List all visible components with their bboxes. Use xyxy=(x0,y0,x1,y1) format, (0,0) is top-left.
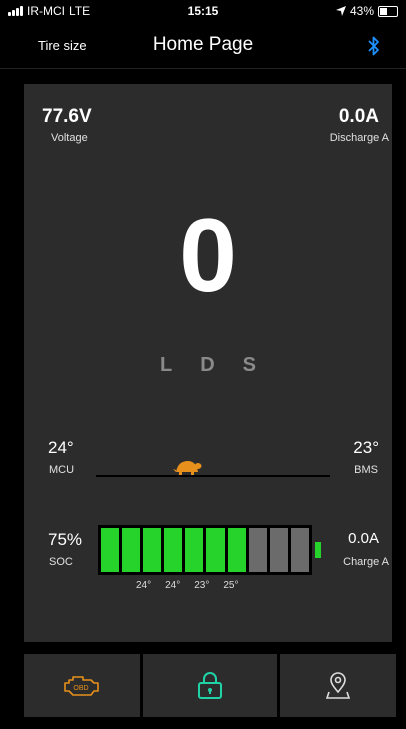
bottom-bar: OBD xyxy=(24,654,396,717)
bms-temp: 23° xyxy=(353,438,379,457)
map-button[interactable] xyxy=(280,654,396,717)
page-title: Home Page xyxy=(152,34,254,55)
obd-text: OBD xyxy=(73,685,88,692)
dashboard-panel: 77.6V Voltage 0.0A Discharge A 0 L D S 24°… xyxy=(24,84,392,642)
nav-bar: Tire size Home Page xyxy=(0,22,406,66)
battery-cell xyxy=(143,528,162,572)
discharge-label: Discharge A xyxy=(329,132,389,144)
cell-temp: 24° xyxy=(165,580,181,591)
battery-cell xyxy=(269,528,288,572)
lock-icon xyxy=(198,671,222,699)
battery-cell xyxy=(206,528,225,572)
battery-cell xyxy=(185,528,204,572)
temperature-line xyxy=(96,475,330,477)
charge-value: 0.0A xyxy=(348,530,379,547)
voltage-value: 77.6V xyxy=(42,106,92,127)
engine-obd-icon: OBD xyxy=(64,675,99,696)
gear-sport[interactable]: S xyxy=(243,354,256,377)
cell-temp: 25° xyxy=(223,580,239,591)
mcu-label: MCU xyxy=(49,464,75,476)
bluetooth-icon[interactable] xyxy=(368,36,380,56)
status-right: 43% xyxy=(335,4,398,18)
battery-cell xyxy=(101,528,120,572)
battery-cell xyxy=(227,528,246,572)
gear-drive[interactable]: D xyxy=(200,354,214,377)
status-bar: IR-MCI LTE 15:15 43% xyxy=(0,0,406,22)
battery-cell xyxy=(290,528,309,572)
cell-temp: 24° xyxy=(136,580,152,591)
turtle-icon xyxy=(173,461,202,475)
obd-button[interactable]: OBD xyxy=(24,654,140,717)
battery-cell xyxy=(164,528,183,572)
cell-temps: 24° 24° 23° 25° xyxy=(136,580,239,591)
lock-button[interactable] xyxy=(143,654,277,717)
soc-battery-terminal xyxy=(315,542,321,558)
location-arrow-icon xyxy=(335,6,346,16)
map-pin-icon xyxy=(325,671,351,699)
battery-cell xyxy=(248,528,267,572)
charge-label: Charge A xyxy=(343,556,389,568)
soc-battery-bar xyxy=(98,525,312,575)
soc-label: SOC xyxy=(49,556,73,568)
mcu-temp: 24° xyxy=(48,438,74,457)
discharge-value: 0.0A xyxy=(338,106,379,127)
battery-percent: 43% xyxy=(349,4,374,18)
voltage-label: Voltage xyxy=(51,132,88,144)
battery-cell xyxy=(122,528,141,572)
bms-label: BMS xyxy=(354,464,378,476)
gear-low[interactable]: L xyxy=(160,354,172,377)
speed-value: 0 xyxy=(179,198,237,314)
battery-icon xyxy=(378,5,398,17)
gear-selector: LDS xyxy=(24,354,392,377)
cell-temp: 23° xyxy=(194,580,210,591)
soc-value: 75% xyxy=(48,530,83,549)
nav-divider xyxy=(0,68,406,69)
